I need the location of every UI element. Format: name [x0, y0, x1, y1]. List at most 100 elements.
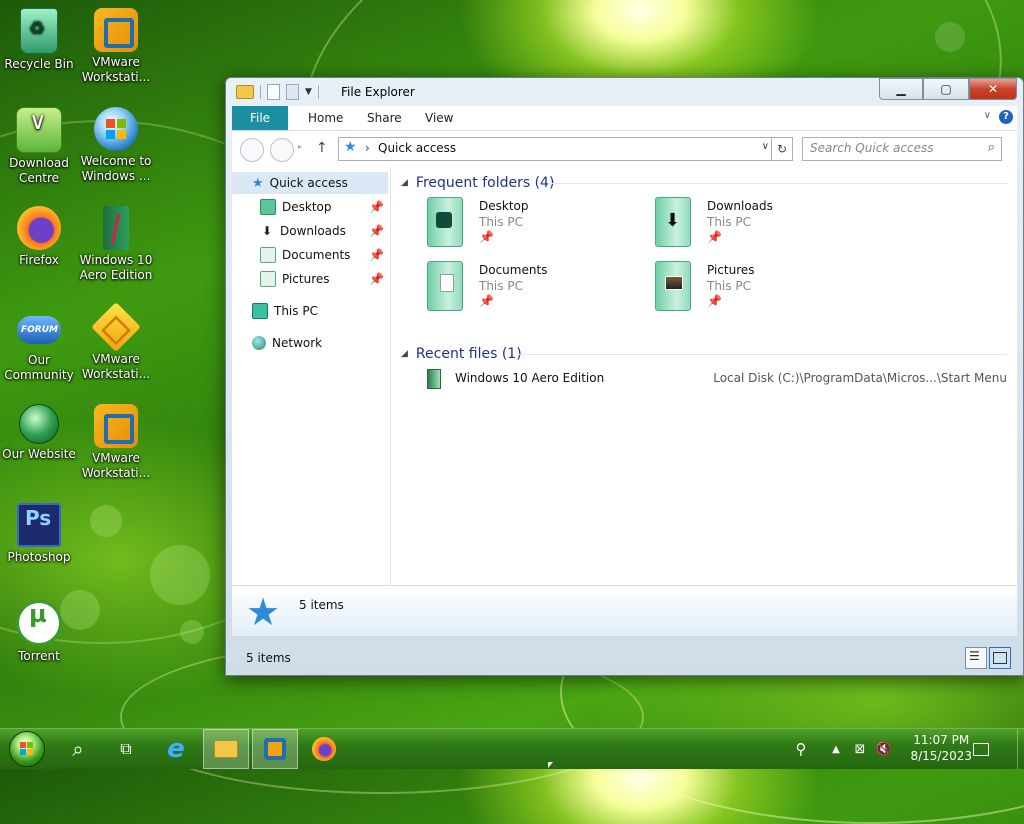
pin-icon[interactable]: 📌 [369, 200, 384, 214]
up-arrow-icon[interactable]: ↑ [316, 140, 328, 156]
desktop-icon-community[interactable]: FORUM Our Community [0, 310, 78, 383]
desktop-icon-win10-aero[interactable]: Windows 10 Aero Edition [77, 206, 155, 283]
main-pane: ◢ Frequent folders (4) Desktop This PC 📌… [391, 167, 1017, 585]
tab-view[interactable]: View [425, 106, 453, 130]
network-disconnected-icon: ⊠ [854, 741, 866, 757]
desktop-icon-welcome[interactable]: Welcome to Windows ... [77, 107, 155, 184]
help-icon[interactable]: ? [999, 110, 1013, 124]
details-view-button[interactable]: ☰ [965, 647, 987, 669]
folder-location: This PC [479, 215, 523, 229]
forward-button[interactable] [270, 138, 294, 162]
group-divider [551, 183, 1007, 184]
pictures-icon [260, 271, 276, 287]
pictures-folder-icon [655, 261, 691, 311]
details-text: 5 items [299, 598, 344, 612]
desktop-icon-website[interactable]: Our Website [0, 404, 78, 462]
tab-file[interactable]: File [232, 106, 288, 130]
group-header-recent[interactable]: ◢ Recent files (1) [401, 344, 522, 364]
desktop-icon-vmware-2[interactable]: VMware Workstati... [77, 302, 155, 382]
pin-icon[interactable]: 📌 [369, 272, 384, 286]
chevron-down-icon[interactable]: ▼ [305, 87, 312, 97]
search-box[interactable]: Search Quick access ⌕ [802, 137, 1002, 161]
address-location: Quick access [378, 141, 457, 155]
nav-item-documents[interactable]: Documents 📌 [232, 244, 388, 266]
star-icon: ★ [344, 139, 357, 155]
nav-item-network[interactable]: Network [232, 332, 388, 354]
recent-locations-icon[interactable]: ▸ [298, 142, 302, 151]
address-bar[interactable]: ★ › Quick access ∨ [338, 137, 772, 161]
quick-access-toolbar: ▼ [236, 84, 319, 100]
star-icon: ★ [252, 175, 264, 191]
desktop-icon-vmware-1[interactable]: VMware Workstati... [77, 8, 155, 85]
status-bar: 5 items ☰ [232, 647, 1017, 671]
new-folder-icon[interactable] [286, 84, 299, 100]
taskbar-vmware[interactable] [252, 729, 298, 769]
start-button[interactable] [4, 729, 50, 769]
nav-item-this-pc[interactable]: This PC [232, 300, 388, 322]
clock[interactable]: 11:07 PM 8/15/2023 [910, 732, 972, 764]
maximize-button[interactable]: ▢ [923, 78, 969, 100]
volume-muted-icon: 🔇 [875, 741, 893, 757]
nav-item-quick-access[interactable]: ★ Quick access [232, 172, 388, 194]
nav-item-pictures[interactable]: Pictures 📌 [232, 268, 388, 290]
search-button[interactable]: ⌕ [58, 729, 98, 769]
file-explorer-window[interactable]: ▼ File Explorer ▁ ▢ ✕ File Home Share Vi… [225, 77, 1024, 676]
notification-icon [973, 742, 989, 756]
search-input[interactable]: Search Quick access [810, 141, 934, 155]
address-separator: › [365, 141, 370, 155]
taskbar-file-explorer[interactable] [203, 729, 249, 769]
desktop-icon-firefox[interactable]: Firefox [0, 206, 78, 268]
desktop-icon-vmware-3[interactable]: VMware Workstati... [77, 404, 155, 481]
folder-tile-pictures[interactable]: Pictures This PC 📌 [655, 261, 865, 317]
folder-tile-documents[interactable]: Documents This PC 📌 [427, 261, 637, 317]
desktop-folder-icon [260, 199, 276, 215]
desktop-icon-photoshop[interactable]: Ps Photoshop [0, 503, 78, 565]
minimize-button[interactable]: ▁ [879, 78, 923, 100]
show-hidden-icons-button[interactable]: ▲ [826, 729, 846, 769]
back-button[interactable] [240, 138, 264, 162]
pin-icon[interactable]: 📌 [369, 248, 384, 262]
downloads-folder-icon: ⬇ [655, 197, 691, 247]
desktop-icon-torrent[interactable]: µ Torrent [0, 600, 78, 664]
pin-icon[interactable]: 📌 [369, 224, 384, 238]
folder-location: This PC [707, 215, 751, 229]
pin-icon: 📌 [479, 230, 494, 244]
ribbon-tabs: File Home Share View ∨ ? [232, 106, 1017, 131]
large-icons-view-button[interactable] [989, 647, 1011, 669]
desktop-icon-label: VMware Workstati... [81, 55, 151, 84]
desktop-icon-recycle-bin[interactable]: ♻ Recycle Bin [0, 8, 78, 72]
forum-icon: FORUM [17, 316, 61, 344]
taskbar-edge[interactable]: e [156, 729, 196, 769]
chevron-down-icon[interactable]: ∨ [762, 141, 769, 152]
group-header-frequent[interactable]: ◢ Frequent folders (4) [401, 173, 554, 193]
close-button[interactable]: ✕ [969, 78, 1017, 100]
folder-tile-downloads[interactable]: ⬇ Downloads This PC 📌 [655, 197, 865, 253]
expand-ribbon-icon[interactable]: ∨ [984, 110, 991, 121]
recent-file-row[interactable]: Windows 10 Aero Edition Local Disk (C:)\… [427, 368, 1007, 390]
volume-tray-button[interactable]: 🔇 [872, 729, 896, 769]
nav-item-label: Network [272, 336, 323, 350]
taskbar-firefox[interactable] [303, 729, 345, 769]
vmware-icon [91, 302, 141, 352]
folder-tile-desktop[interactable]: Desktop This PC 📌 [427, 197, 637, 253]
nav-item-downloads[interactable]: ⬇ Downloads 📌 [232, 220, 388, 242]
desktop-icon-download-centre[interactable]: ∨ Download Centre [0, 107, 78, 186]
folder-icon[interactable] [236, 85, 254, 99]
search-icon: ⌕ [72, 737, 84, 761]
nav-item-desktop[interactable]: Desktop 📌 [232, 196, 388, 218]
mouse-cursor [548, 762, 553, 768]
title-bar[interactable]: ▼ File Explorer ▁ ▢ ✕ [226, 78, 1023, 106]
properties-icon[interactable] [267, 84, 280, 100]
task-view-button[interactable]: ⧉ [106, 729, 146, 769]
network-tray-button[interactable]: ⊠ [848, 729, 872, 769]
tab-home[interactable]: Home [308, 106, 343, 130]
desktop-folder-icon [427, 197, 463, 247]
action-center-button[interactable] [966, 729, 996, 769]
people-button[interactable]: ⚲ [786, 729, 816, 769]
tab-share[interactable]: Share [367, 106, 402, 130]
folder-name: Documents [479, 263, 548, 277]
refresh-icon[interactable]: ↻ [772, 137, 793, 161]
show-desktop-button[interactable] [1017, 729, 1024, 769]
desktop-icon-label: Download Centre [9, 156, 69, 185]
documents-icon [260, 247, 276, 263]
